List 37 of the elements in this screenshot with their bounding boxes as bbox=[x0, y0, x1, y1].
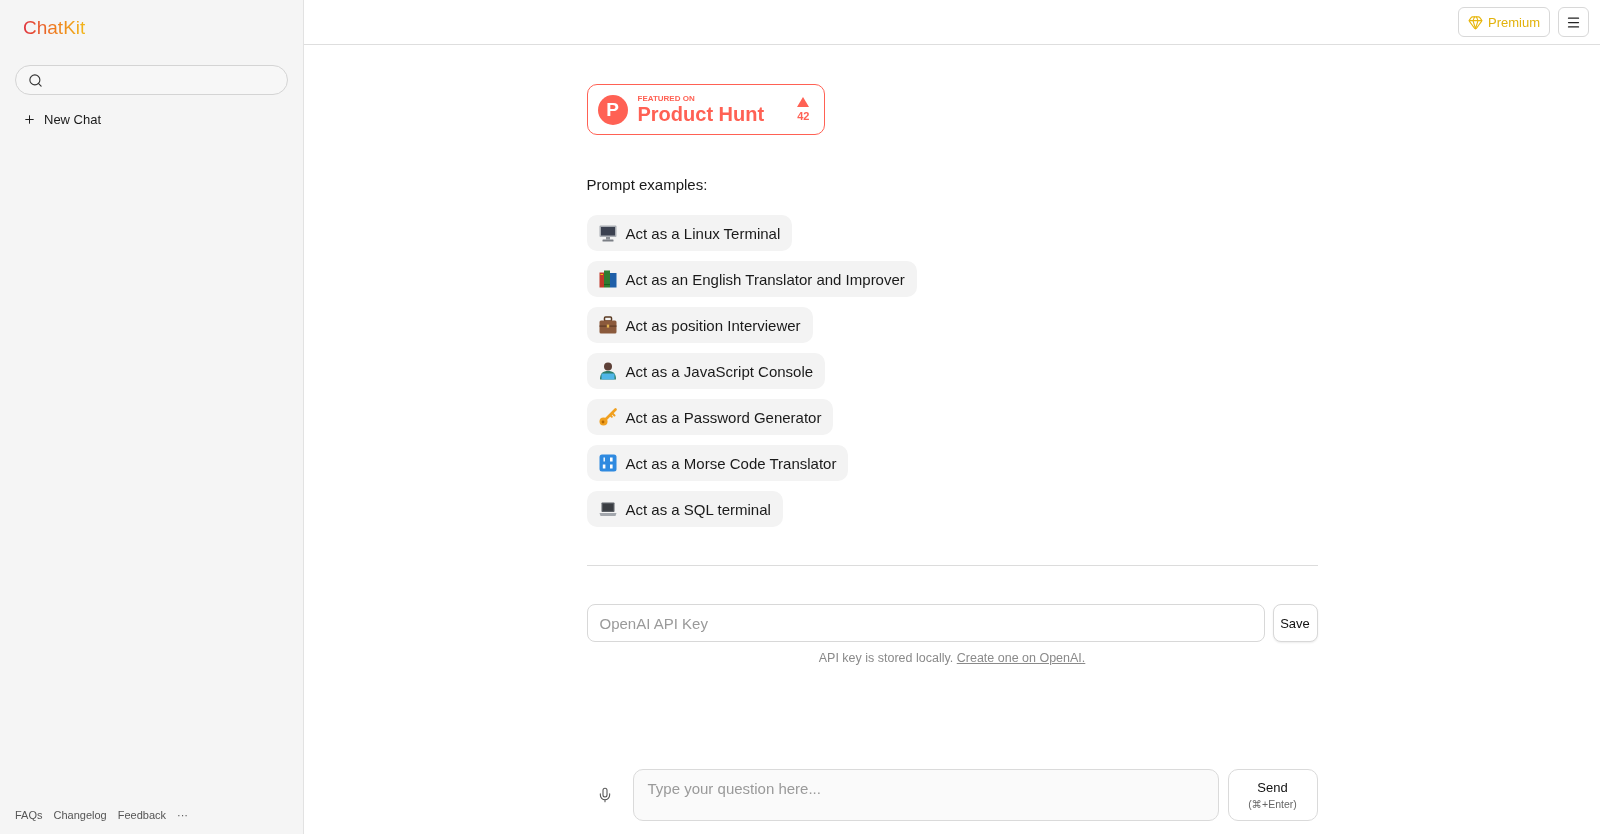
menu-icon bbox=[1566, 14, 1581, 30]
person-laptop-icon bbox=[598, 362, 617, 380]
monitor-icon bbox=[598, 224, 617, 242]
new-chat-button[interactable]: New Chat bbox=[15, 110, 110, 129]
prompt-chip[interactable]: Act as a JavaScript Console bbox=[586, 353, 826, 389]
search-field[interactable] bbox=[15, 65, 288, 95]
footer-link[interactable]: Feedback bbox=[117, 809, 167, 821]
menu-button[interactable] bbox=[1558, 7, 1589, 37]
badge-title: Product Hunt bbox=[637, 103, 765, 125]
laptop-icon bbox=[598, 500, 617, 518]
vote-count: 42 bbox=[797, 110, 810, 122]
prompt-examples-label: Prompt examples: bbox=[586, 176, 708, 194]
api-key-field[interactable]: OpenAI API Key bbox=[586, 604, 1265, 642]
footer-link[interactable]: Changelog bbox=[53, 809, 107, 821]
plus-icon bbox=[23, 113, 36, 126]
prompt-chip[interactable]: Act as a Password Generator bbox=[586, 399, 834, 435]
search-icon bbox=[28, 72, 43, 88]
question-field[interactable]: Type your question here... bbox=[632, 769, 1219, 821]
prompt-chip[interactable]: Act as a Linux Terminal bbox=[586, 215, 793, 251]
keypad-icon bbox=[598, 454, 617, 472]
briefcase-icon bbox=[598, 316, 617, 334]
upvote-icon bbox=[797, 97, 810, 107]
send-button[interactable]: Send (⌘+Enter) bbox=[1227, 769, 1318, 821]
prompt-chip[interactable]: Act as a SQL terminal bbox=[586, 491, 783, 527]
badge-logo: P bbox=[597, 94, 628, 125]
openai-link[interactable]: Create one on OpenAI. bbox=[956, 651, 1086, 665]
books-icon bbox=[598, 270, 617, 288]
more-link[interactable]: ··· bbox=[177, 809, 189, 821]
prompt-chip[interactable]: Act as an English Translator and Improver bbox=[586, 261, 917, 297]
api-key-note: API key is stored locally. Create one on OpenAI. bbox=[818, 651, 1086, 665]
prompt-chip[interactable]: Act as a Morse Code Translator bbox=[586, 445, 849, 481]
save-button[interactable]: Save bbox=[1272, 604, 1318, 642]
footer-link[interactable]: FAQs bbox=[15, 809, 43, 821]
prompt-chip[interactable]: Act as position Interviewer bbox=[586, 307, 813, 343]
badge-caption: FEATURED ON bbox=[637, 94, 696, 103]
diamond-icon bbox=[1468, 14, 1483, 30]
key-icon bbox=[598, 408, 617, 426]
